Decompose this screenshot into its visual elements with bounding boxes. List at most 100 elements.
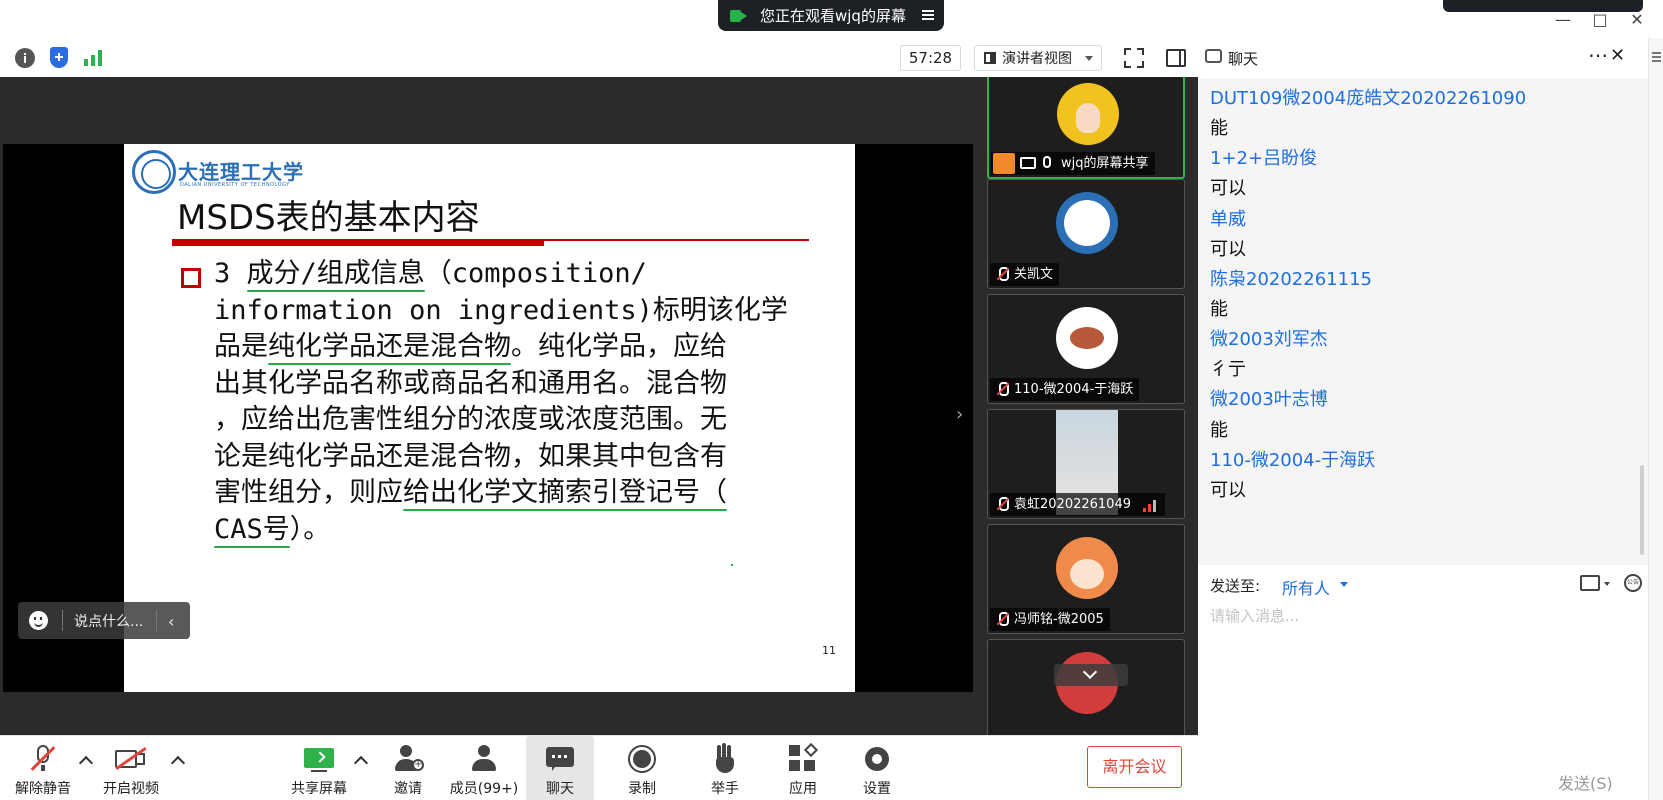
participant-tile[interactable]: 冯师铭-微2005 — [987, 524, 1185, 634]
sidebar-toggle-icon[interactable] — [1166, 49, 1186, 67]
settings-label: 设置 — [863, 781, 891, 797]
invite-icon: + — [394, 745, 424, 773]
say-something-input[interactable]: 说点什么... — [74, 611, 143, 631]
window-close-icon[interactable]: ✕ — [1627, 10, 1647, 30]
avatar-inner — [1064, 200, 1110, 246]
chat-sender: 110-微2004-于海跃 — [1210, 450, 1376, 471]
body-line: CAS号）。 — [214, 513, 331, 545]
leave-meeting-button[interactable]: 离开会议 — [1087, 746, 1182, 788]
top-strip — [1443, 0, 1643, 12]
emoji-icon[interactable] — [29, 611, 48, 630]
avatar-face — [1076, 103, 1100, 133]
chat-scrollbar[interactable] — [1640, 465, 1644, 555]
participant-tile[interactable]: 110-微2004-于海跃 — [987, 294, 1185, 404]
shield-icon[interactable] — [50, 47, 68, 68]
info-icon[interactable] — [15, 48, 35, 68]
chevron-down-icon[interactable] — [1340, 582, 1348, 587]
chevron-down-icon — [1085, 56, 1093, 61]
settings-button[interactable]: 设置 — [842, 736, 912, 800]
layout-icon — [984, 52, 996, 64]
chevron-down-icon[interactable] — [1604, 582, 1610, 586]
reaction-bar[interactable]: 说点什么... ‹ — [18, 602, 190, 639]
chat-bubble-icon — [1205, 49, 1222, 63]
send-to-select[interactable]: 所有人 — [1282, 575, 1330, 599]
unmute-button[interactable]: 解除静音 — [8, 736, 78, 800]
screen-share-banner[interactable]: 您正在观看wjq的屏幕 — [718, 0, 944, 31]
weak-signal-icon — [1142, 500, 1157, 512]
apps-label: 应用 — [789, 781, 817, 797]
info-stem — [24, 56, 26, 63]
shield-cross-v — [58, 53, 60, 61]
send-button[interactable]: 发送(S) — [1558, 770, 1613, 794]
participant-name: wjq的屏幕共享 — [1061, 156, 1149, 171]
avatar — [1056, 192, 1118, 254]
chat-sender: 陈枭20202261115 — [1210, 269, 1372, 290]
info-dot — [24, 53, 26, 55]
participant-name: 袁虹20202261049 — [1014, 497, 1131, 512]
chat-message: 能 — [1210, 118, 1228, 139]
maximize-icon[interactable]: □ — [1590, 10, 1610, 30]
mic-icon — [1043, 156, 1051, 168]
share-screen-button[interactable]: 共享屏幕 — [284, 736, 354, 800]
body-line: 品是纯化学品还是混合物。纯化学品，应给 — [214, 331, 727, 362]
chat-button[interactable]: 聊天 — [526, 736, 594, 800]
underlined-text: 成分/组成信息 — [246, 258, 425, 289]
chat-bubble-icon — [546, 745, 574, 773]
chat-sender: 微2003叶志博 — [1210, 389, 1328, 410]
participant-name: 冯师铭-微2005 — [1014, 612, 1104, 627]
university-name: 大连理工大学 — [178, 160, 304, 184]
participant-tile[interactable]: wjq的屏幕共享 — [987, 77, 1185, 179]
mic-muted-icon — [996, 267, 1009, 281]
fullscreen-icon[interactable] — [1124, 48, 1144, 68]
participant-tile[interactable]: 关凯文 — [987, 179, 1185, 289]
share-options-chevron-icon[interactable] — [353, 755, 369, 771]
body-line: 害性组分，则应给出化学文摘索引登记号（ — [214, 477, 727, 508]
record-button[interactable]: 录制 — [607, 736, 677, 800]
meeting-window: 您正在观看wjq的屏幕 — □ ✕ 57:28 演讲者视图 大连理工大学 DAL… — [0, 0, 1663, 800]
avatar-face — [1070, 559, 1104, 589]
view-mode-select[interactable]: 演讲者视图 — [974, 45, 1102, 71]
chat-message-list[interactable]: ​ DUT109微2004庞皓文20202261090 能 1+2+吕盼俊 可以… — [1198, 78, 1648, 565]
participant-label: 袁虹20202261049 — [990, 493, 1165, 516]
mic-muted-icon — [29, 745, 57, 773]
raise-hand-label: 举手 — [711, 781, 739, 797]
collapse-gallery-icon[interactable]: › — [956, 404, 963, 425]
menu-icon[interactable] — [922, 8, 936, 22]
title-underline-thin — [544, 239, 809, 241]
title-underline — [172, 239, 544, 246]
chat-message: 彳亍 — [1210, 359, 1246, 380]
file-icon[interactable] — [1580, 575, 1600, 591]
slide-body: 3 成分/组成信息（composition/ information on in… — [214, 256, 814, 548]
bullet-square-icon — [181, 268, 201, 288]
invite-button[interactable]: + 邀请 — [373, 736, 443, 800]
network-signal-icon[interactable] — [84, 48, 104, 66]
share-banner-text: 您正在观看wjq的屏幕 — [760, 7, 906, 25]
start-video-button[interactable]: 开启视频 — [96, 736, 166, 800]
avatar — [1056, 307, 1118, 369]
chat-sender: 单威 — [1210, 209, 1246, 230]
mic-muted-icon — [996, 612, 1009, 626]
participant-tile[interactable] — [987, 639, 1185, 735]
members-button[interactable]: 成员(99+) — [448, 736, 520, 800]
video-options-chevron-icon[interactable] — [170, 755, 186, 771]
chevron-left-icon[interactable]: ‹ — [168, 612, 174, 631]
more-options-icon[interactable]: ⋯ — [1588, 43, 1609, 67]
chat-message-input[interactable]: 请输入消息... — [1210, 605, 1299, 626]
send-to-label: 发送至: — [1210, 577, 1261, 595]
notice-icon[interactable]: 公告 — [1624, 574, 1642, 592]
close-chat-icon[interactable]: ✕ — [1610, 45, 1625, 66]
scroll-down-button[interactable] — [1054, 664, 1128, 686]
chat-label: 聊天 — [546, 781, 574, 797]
body-line: 论是纯化学品还是混合物，如果其中包含有 — [214, 440, 727, 472]
participant-tile[interactable]: 袁虹20202261049 — [987, 409, 1185, 519]
chat-title: 聊天 — [1228, 50, 1259, 68]
audio-options-chevron-icon[interactable] — [78, 755, 94, 771]
divider — [62, 610, 63, 631]
apps-icon — [789, 742, 819, 773]
menu-lines-icon[interactable] — [1652, 52, 1661, 54]
chat-sender: DUT109微2004庞皓文20202261090 — [1210, 88, 1527, 109]
apps-button[interactable]: 应用 — [768, 736, 838, 800]
minimize-icon[interactable]: — — [1553, 10, 1573, 30]
raise-hand-button[interactable]: 举手 — [690, 736, 760, 800]
members-label: 成员(99+) — [449, 781, 519, 797]
